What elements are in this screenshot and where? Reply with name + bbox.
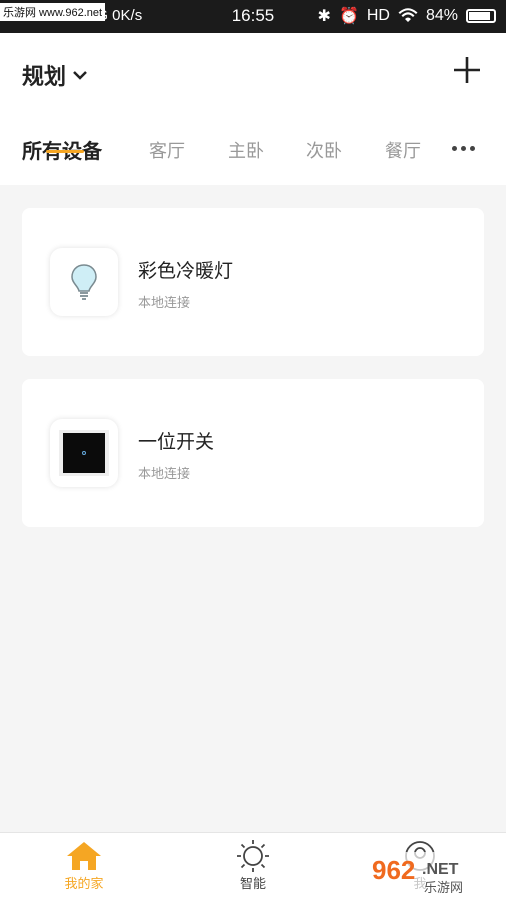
nav-smart[interactable]: 智能 — [213, 839, 293, 892]
tab-living-room[interactable]: 客厅 — [149, 137, 185, 163]
svg-text:乐游网: 乐游网 — [424, 881, 463, 896]
bulb-icon — [50, 248, 118, 316]
active-tab-indicator — [46, 150, 84, 153]
tab-master-bedroom[interactable]: 主卧 — [228, 137, 264, 163]
plus-icon[interactable] — [452, 55, 482, 85]
device-card[interactable]: 一位开关 本地连接 — [22, 379, 484, 527]
svg-text:.NET: .NET — [422, 861, 459, 878]
status-bar: 4G 0K/s 16:55 ✱ ⏰ HD 84% 乐游网 www.962.net — [0, 0, 506, 33]
tab-second-bedroom[interactable]: 次卧 — [306, 137, 342, 163]
nav-label: 我的家 — [64, 877, 104, 892]
switch-icon — [50, 419, 118, 487]
more-icon[interactable] — [452, 146, 475, 151]
brand-watermark: 962 .NET 乐游网 — [366, 852, 502, 896]
wifi-icon — [398, 8, 418, 22]
hd-indicator: HD — [366, 7, 390, 24]
chevron-down-icon — [73, 71, 87, 80]
device-status: 本地连接 — [138, 296, 191, 311]
home-name: 规划 — [22, 65, 67, 90]
nav-my-home[interactable]: 我的家 — [44, 839, 124, 892]
svg-text:962: 962 — [372, 855, 415, 885]
device-name: 一位开关 — [138, 431, 215, 453]
room-tabs: 所有设备 客厅 主卧 次卧 餐厅 — [0, 129, 506, 185]
battery-percent: 84% — [425, 7, 458, 24]
header: 规划 所有设备 客厅 主卧 次卧 餐厅 — [0, 33, 506, 185]
nav-label: 智能 — [239, 877, 266, 892]
device-status: 本地连接 — [138, 467, 191, 482]
alarm-icon: ⏰ — [338, 8, 359, 25]
status-right: ✱ ⏰ HD 84% — [318, 6, 496, 26]
home-icon — [67, 842, 101, 870]
watermark-label: 乐游网 www.962.net — [0, 3, 106, 21]
home-selector[interactable]: 规划 — [22, 59, 88, 91]
sun-icon — [237, 840, 269, 872]
device-name: 彩色冷暖灯 — [138, 260, 234, 282]
device-card[interactable]: 彩色冷暖灯 本地连接 — [22, 208, 484, 356]
battery-icon — [466, 9, 496, 23]
bluetooth-icon: ✱ — [317, 8, 331, 25]
tab-dining-room[interactable]: 餐厅 — [385, 137, 421, 163]
